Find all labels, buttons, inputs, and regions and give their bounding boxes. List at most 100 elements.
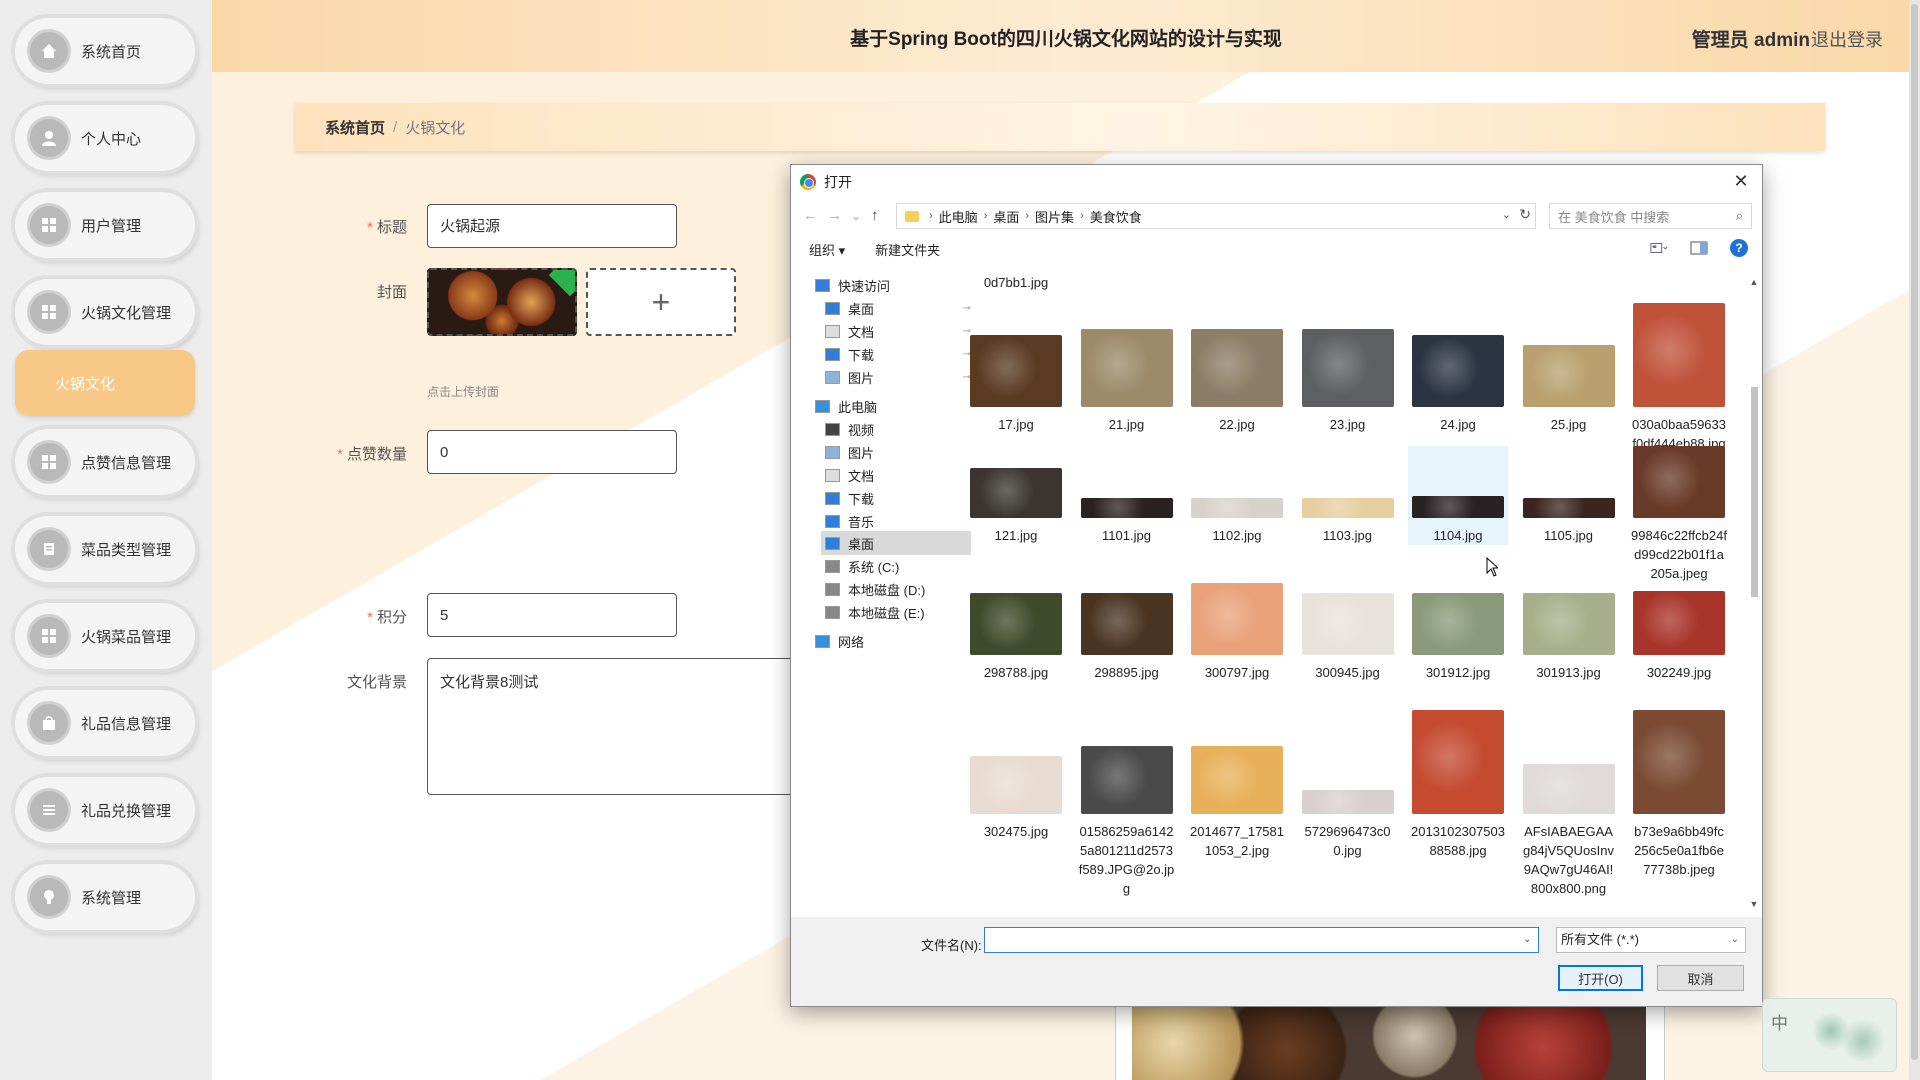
path-segment[interactable]: 桌面: [993, 207, 1019, 226]
sidebar-item[interactable]: 菜品类型管理: [15, 516, 195, 582]
download-icon: [825, 491, 840, 505]
logout-link[interactable]: 退出登录: [1811, 26, 1883, 52]
file-item[interactable]: 298788.jpg: [966, 583, 1066, 682]
nav-item[interactable]: 桌面: [821, 531, 971, 555]
file-item[interactable]: 24.jpg: [1408, 303, 1508, 434]
file-item[interactable]: 99846c22ffcb24fd99cd22b01f1a205a.jpeg: [1629, 446, 1729, 583]
file-item[interactable]: 23.jpg: [1298, 303, 1398, 434]
new-folder-button[interactable]: 新建文件夹: [875, 240, 940, 259]
forward-arrow-icon[interactable]: →: [827, 207, 842, 224]
file-item[interactable]: 01586259a61425a801211d2573f589.JPG@2o.jp…: [1077, 710, 1177, 898]
likes-input[interactable]: 0: [427, 430, 677, 474]
cancel-button[interactable]: 取消: [1657, 965, 1744, 991]
cover-upload-button[interactable]: +: [586, 268, 736, 336]
help-icon[interactable]: ?: [1730, 239, 1748, 257]
nav-item-label: 系统 (C:): [848, 559, 900, 575]
title-input[interactable]: 火锅起源: [427, 204, 677, 248]
nav-item[interactable]: 桌面 ⊸: [821, 296, 971, 320]
view-mode-icon[interactable]: [1650, 239, 1668, 257]
sidebar-item[interactable]: 系统管理: [15, 864, 195, 930]
file-item[interactable]: 1104.jpg: [1408, 446, 1508, 545]
open-button[interactable]: 打开(O): [1558, 965, 1643, 991]
ime-widget[interactable]: 中: [1762, 998, 1897, 1072]
nav-item[interactable]: 图片 ⊸: [821, 365, 971, 389]
sidebar-item[interactable]: 火锅菜品管理: [15, 603, 195, 669]
recent-dropdown-icon[interactable]: ⌄: [851, 209, 861, 223]
nav-item[interactable]: 快速访问: [811, 273, 961, 297]
background-textarea[interactable]: 文化背景8测试: [427, 658, 807, 795]
sidebar-item[interactable]: 用户管理: [15, 192, 195, 258]
nav-item[interactable]: 系统 (C:): [821, 554, 971, 578]
sidebar-item[interactable]: 火锅文化管理: [15, 279, 195, 345]
file-item[interactable]: 25.jpg: [1519, 303, 1619, 434]
file-item[interactable]: 5729696473c00.jpg: [1298, 710, 1398, 860]
address-bar[interactable]: › 此电脑 › 桌面 › 图片集 › 美食饮食 ⌄ ↻: [896, 203, 1536, 229]
nav-item[interactable]: 此电脑: [811, 394, 961, 418]
refresh-icon[interactable]: ↻: [1519, 206, 1531, 223]
scroll-down-icon[interactable]: ▼: [1748, 899, 1760, 909]
filename-input[interactable]: [984, 927, 1539, 953]
up-arrow-icon[interactable]: ↑: [871, 207, 879, 224]
file-thumbnail: [1301, 498, 1394, 518]
file-item[interactable]: 2014677_175811053_2.jpg: [1187, 710, 1287, 860]
nav-item[interactable]: 图片: [821, 440, 971, 464]
nav-item[interactable]: 本地磁盘 (E:): [821, 600, 971, 624]
path-segment[interactable]: 图片集: [1035, 207, 1074, 226]
organize-button[interactable]: 组织 ▾: [809, 240, 845, 259]
nav-item[interactable]: 文档: [821, 463, 971, 487]
scroll-thumb[interactable]: [1751, 387, 1758, 597]
file-name-partial[interactable]: 0d7bb1.jpg: [966, 273, 1066, 292]
file-item[interactable]: 1101.jpg: [1077, 446, 1177, 545]
path-segment[interactable]: 美食饮食: [1090, 207, 1142, 226]
file-item[interactable]: 201310230750388588.jpg: [1408, 710, 1508, 860]
close-icon[interactable]: ✕: [1730, 171, 1752, 192]
cover-image-thumbnail[interactable]: [427, 268, 577, 336]
file-item[interactable]: 301912.jpg: [1408, 583, 1508, 682]
address-dropdown-icon[interactable]: ⌄: [1502, 208, 1511, 221]
file-item[interactable]: 030a0baa59633f0df444eb88.jpg: [1629, 303, 1729, 453]
sidebar-item[interactable]: 礼品兑换管理: [15, 777, 195, 843]
back-arrow-icon[interactable]: ←: [803, 207, 818, 224]
page-scroll-thumb[interactable]: [1911, 4, 1918, 1060]
file-item[interactable]: 300945.jpg: [1298, 583, 1398, 682]
file-item[interactable]: 121.jpg: [966, 446, 1066, 545]
filename-dropdown-icon[interactable]: ⌄: [1523, 934, 1531, 945]
file-item[interactable]: 22.jpg: [1187, 303, 1287, 434]
path-segment[interactable]: 此电脑: [939, 207, 978, 226]
scroll-up-icon[interactable]: ▲: [1748, 277, 1760, 287]
file-item[interactable]: 1103.jpg: [1298, 446, 1398, 545]
file-thumbnail-area: [1080, 446, 1173, 518]
nav-item[interactable]: 下载 ⊸: [821, 342, 971, 366]
file-item[interactable]: 302475.jpg: [966, 710, 1066, 841]
nav-item[interactable]: 本地磁盘 (D:): [821, 577, 971, 601]
nav-item[interactable]: 视频: [821, 417, 971, 441]
filetype-select[interactable]: 所有文件 (*.*) ⌄: [1556, 927, 1746, 953]
nav-item[interactable]: 音乐: [821, 509, 971, 533]
file-item[interactable]: AFsIABAEGAAg84jV5QUosInv9AQw7gU46AI!800x…: [1519, 710, 1619, 898]
file-item[interactable]: b73e9a6bb49fc256c5e0a1fb6e77738b.jpeg: [1629, 710, 1729, 879]
search-input[interactable]: 在 美食饮食 中搜索 ⌕: [1549, 203, 1752, 229]
sidebar-item[interactable]: 点赞信息管理: [15, 429, 195, 495]
file-item[interactable]: 1105.jpg: [1519, 446, 1619, 545]
sidebar-item[interactable]: 火锅文化: [15, 350, 195, 416]
file-item[interactable]: 1102.jpg: [1187, 446, 1287, 545]
background-label: 文化背景: [346, 674, 407, 691]
sidebar-item[interactable]: 礼品信息管理: [15, 690, 195, 756]
preview-pane-icon[interactable]: [1690, 239, 1708, 257]
file-item[interactable]: 21.jpg: [1077, 303, 1177, 434]
points-input[interactable]: 5: [427, 593, 677, 637]
file-item[interactable]: 298895.jpg: [1077, 583, 1177, 682]
sidebar-item[interactable]: 系统首页: [15, 18, 195, 84]
breadcrumb-home[interactable]: 系统首页: [325, 117, 385, 138]
nav-item[interactable]: 下载: [821, 486, 971, 510]
sidebar-item[interactable]: 个人中心: [15, 105, 195, 171]
nav-item[interactable]: 网络: [811, 629, 961, 653]
page-scrollbar[interactable]: [1909, 0, 1920, 1080]
file-item[interactable]: 17.jpg: [966, 303, 1066, 434]
file-item[interactable]: 302249.jpg: [1629, 583, 1729, 682]
file-item[interactable]: 301913.jpg: [1519, 583, 1619, 682]
file-item[interactable]: 300797.jpg: [1187, 583, 1287, 682]
cover-label: 封面: [376, 284, 407, 301]
nav-item[interactable]: 文档 ⊸: [821, 319, 971, 343]
vertical-scrollbar[interactable]: ▲ ▼: [1748, 277, 1760, 909]
